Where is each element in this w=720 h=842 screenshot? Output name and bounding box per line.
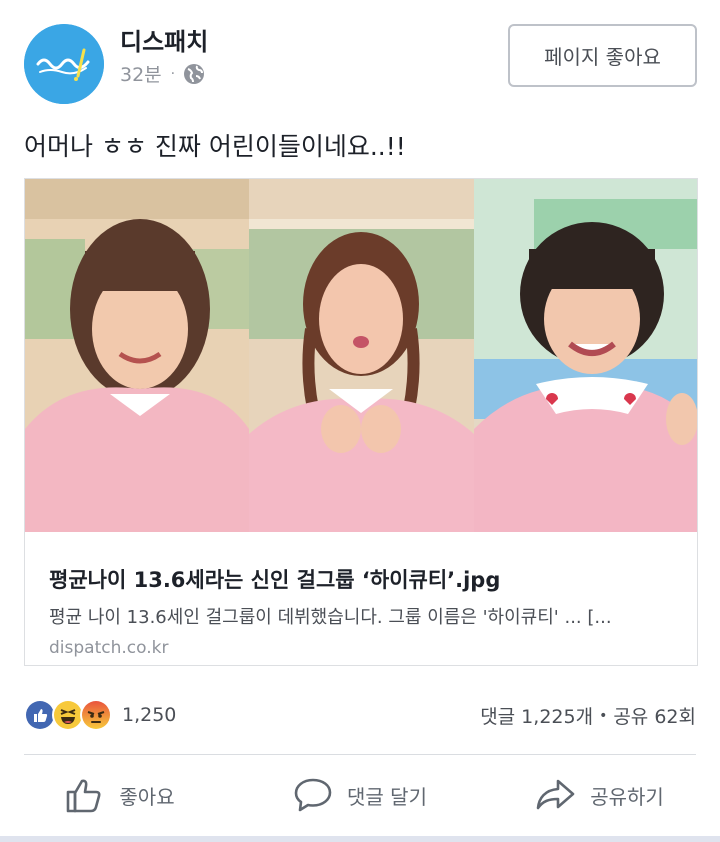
reaction-count: 1,250	[122, 704, 177, 726]
comment-count[interactable]: 댓글 1,225개	[480, 702, 593, 729]
share-icon	[536, 779, 575, 810]
reactions-summary[interactable]: 1,250	[24, 699, 176, 731]
feed-separator	[0, 836, 720, 842]
post-meta: 32분 ·	[120, 60, 205, 87]
comment-button[interactable]: 댓글 달기	[240, 756, 480, 834]
link-info: 평균나이 13.6세라는 신인 걸그룹 ‘하이큐티’.jpg 평균 나이 13.…	[49, 564, 673, 658]
meta-separator: ·	[170, 65, 176, 82]
divider	[24, 754, 696, 755]
post-time[interactable]: 32분	[120, 60, 162, 87]
thumbs-up-icon	[67, 779, 101, 813]
photo-member-1	[25, 179, 249, 532]
link-domain: dispatch.co.kr	[49, 638, 169, 658]
post-stats: 댓글 1,225개 • 공유 62회	[480, 702, 696, 729]
comment-icon	[294, 778, 332, 812]
action-bar: 좋아요 댓글 달기 공유하기	[0, 756, 720, 834]
post-text: 어머나 ㅎㅎ 진짜 어린이들이네요..!!	[24, 132, 406, 161]
like-button[interactable]: 좋아요	[0, 756, 240, 834]
photo-member-3	[474, 179, 697, 532]
share-button-label: 공유하기	[590, 784, 664, 809]
post-card: 디스패치 32분 · 페이지 좋아요 어머나 ㅎㅎ 진짜 어린이들이네요..!!	[0, 0, 720, 836]
link-preview-image	[25, 179, 697, 532]
like-page-button[interactable]: 페이지 좋아요	[508, 24, 697, 87]
link-title[interactable]: 평균나이 13.6세라는 신인 걸그룹 ‘하이큐티’.jpg	[49, 564, 673, 594]
share-count[interactable]: 공유 62회	[613, 702, 696, 729]
stats-separator: •	[599, 707, 608, 724]
globe-icon	[183, 63, 205, 85]
share-button[interactable]: 공유하기	[480, 756, 720, 834]
comment-button-label: 댓글 달기	[347, 784, 427, 809]
dispatch-logo-icon	[24, 24, 104, 104]
like-button-label: 좋아요	[119, 784, 175, 809]
page-avatar[interactable]	[24, 24, 104, 104]
link-description: 평균 나이 13.6세인 걸그룹이 데뷔했습니다. 그룹 이름은 '하이큐티' …	[49, 607, 612, 628]
link-preview-card[interactable]: 평균나이 13.6세라는 신인 걸그룹 ‘하이큐티’.jpg 평균 나이 13.…	[24, 178, 698, 666]
angry-icon	[80, 699, 112, 731]
photo-member-2	[249, 179, 474, 532]
page-name[interactable]: 디스패치	[120, 22, 208, 57]
